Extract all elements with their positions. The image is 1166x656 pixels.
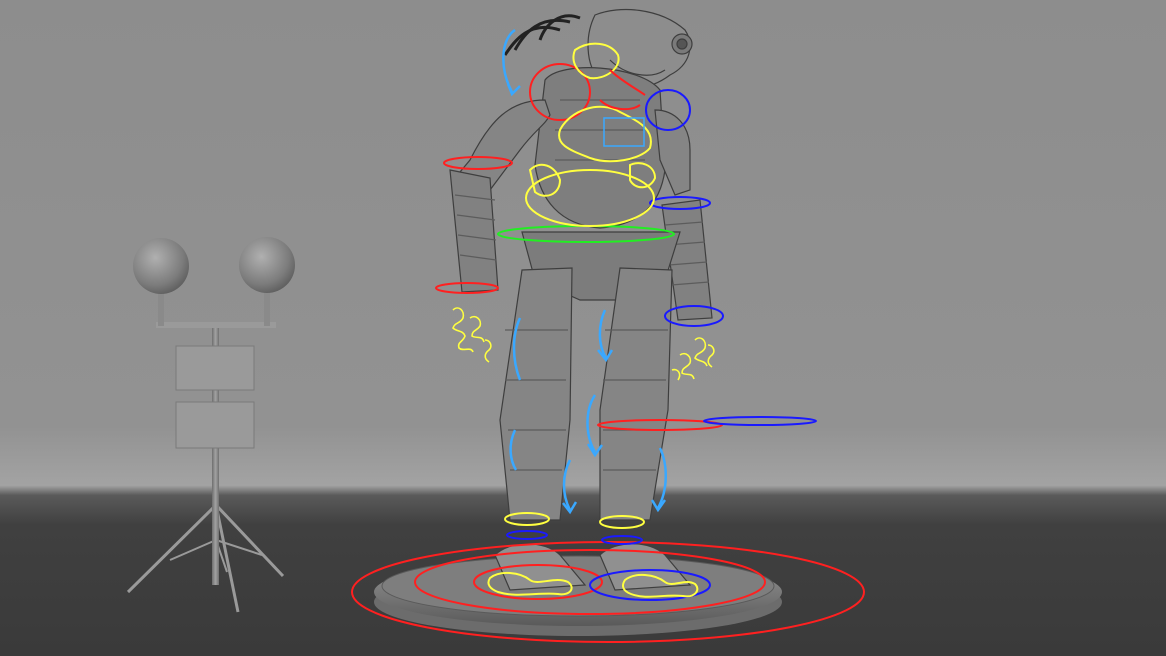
grey-reference-card <box>175 345 255 391</box>
chrome-reference-sphere[interactable] <box>133 238 189 294</box>
grey-reference-sphere[interactable] <box>239 237 295 293</box>
viewport-canvas[interactable] <box>0 0 1166 656</box>
color-reference-card <box>175 401 255 449</box>
3d-viewport[interactable] <box>0 0 1166 656</box>
